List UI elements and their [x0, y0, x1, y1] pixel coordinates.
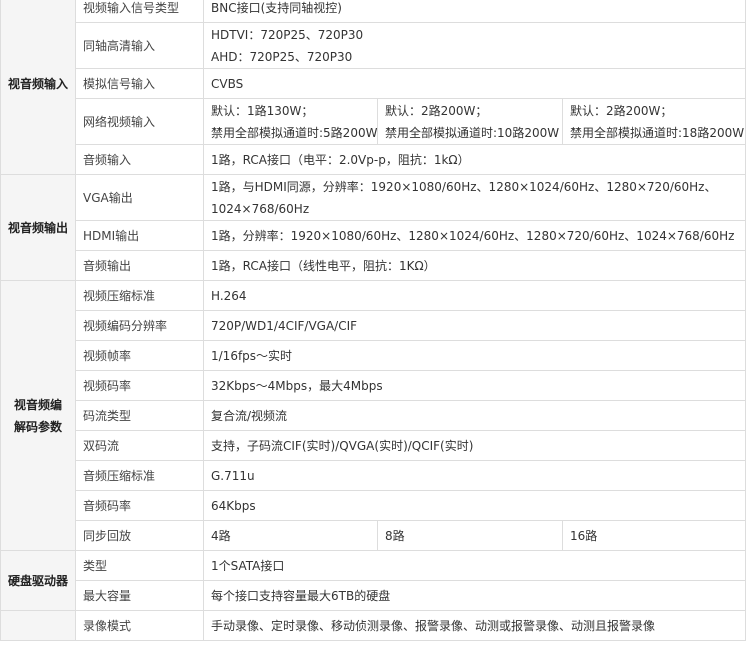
spec-value: 1个SATA接口	[202, 550, 747, 581]
spec-value-line: AHD：720P25、720P30	[211, 49, 353, 64]
spec-value: HDTVI：720P25、720P30 AHD：720P25、720P30	[202, 22, 747, 69]
spec-value-model-2: 默认：2路200W； 禁用全部模拟通道时:10路200W	[377, 98, 563, 145]
spec-value: 1路，分辨率：1920×1080/60Hz、1280×1024/60Hz、128…	[202, 220, 747, 251]
spec-label: 视频编码分辨率	[75, 310, 204, 341]
spec-value-line: 禁用全部模拟通道时:5路200W	[211, 125, 378, 140]
spec-value: 每个接口支持容量最大6TB的硬盘	[202, 580, 747, 611]
spec-label: 网络视频输入	[75, 98, 204, 145]
spec-label: 类型	[75, 550, 204, 581]
spec-label: 模拟信号输入	[75, 68, 204, 99]
spec-value: G.711u	[202, 460, 747, 491]
spec-value-line: 1路，与HDMI同源，分辨率：1920×1080/60Hz、1280×1024/…	[211, 179, 717, 194]
category-next	[0, 610, 76, 641]
spec-label: 音频码率	[75, 490, 204, 521]
spec-value: 1路，与HDMI同源，分辨率：1920×1080/60Hz、1280×1024/…	[202, 174, 747, 221]
spec-label: 同步回放	[75, 520, 204, 551]
spec-value: 1路，RCA接口（线性电平，阻抗：1KΩ）	[202, 250, 747, 281]
spec-value-line: 默认：1路130W；	[211, 103, 314, 118]
spec-value-model-3: 默认：2路200W； 禁用全部模拟通道时:18路200W	[561, 98, 747, 145]
spec-label: 双码流	[75, 430, 204, 461]
spec-value: CVBS	[202, 68, 747, 99]
spec-value: 复合流/视频流	[202, 400, 747, 431]
spec-table: 视音频输入 视频输入信号类型 BNC接口(支持同轴视控) 同轴高清输入 HDTV…	[0, 0, 747, 641]
spec-value-line: 1024×768/60Hz	[211, 201, 310, 216]
spec-label: 录像模式	[75, 610, 204, 641]
spec-label: 视频帧率	[75, 340, 204, 371]
spec-value: 64Kbps	[202, 490, 747, 521]
spec-value-model-1: 默认：1路130W； 禁用全部模拟通道时:5路200W	[203, 98, 378, 145]
spec-label: 音频输入	[75, 144, 204, 175]
spec-value-model-3: 16路	[561, 520, 747, 551]
spec-label: 码流类型	[75, 400, 204, 431]
spec-value: H.264	[202, 280, 747, 311]
spec-label: 同轴高清输入	[75, 22, 204, 69]
category-hdd: 硬盘驱动器	[0, 550, 76, 611]
spec-value-line: 禁用全部模拟通道时:10路200W	[385, 125, 560, 140]
spec-value-line: 禁用全部模拟通道时:18路200W	[570, 125, 745, 140]
spec-value-line: 默认：2路200W；	[570, 103, 673, 118]
spec-value: 手动录像、定时录像、移动侦测录像、报警录像、动测或报警录像、动测且报警录像	[202, 610, 747, 641]
spec-value-model-2: 8路	[377, 520, 563, 551]
spec-label: 音频压缩标准	[75, 460, 204, 491]
category-av-input: 视音频输入	[0, 0, 76, 175]
spec-value: BNC接口(支持同轴视控)	[202, 0, 747, 23]
spec-label: VGA输出	[75, 174, 204, 221]
spec-value: 720P/WD1/4CIF/VGA/CIF	[202, 310, 747, 341]
spec-label: HDMI输出	[75, 220, 204, 251]
spec-label: 视频输入信号类型	[75, 0, 204, 23]
category-av-output: 视音频输出	[0, 174, 76, 281]
spec-value-model-1: 4路	[203, 520, 378, 551]
spec-value: 32Kbps～4Mbps，最大4Mbps	[202, 370, 747, 401]
spec-label: 音频输出	[75, 250, 204, 281]
spec-value-line: 默认：2路200W；	[385, 103, 488, 118]
spec-value-line: HDTVI：720P25、720P30	[211, 27, 364, 42]
spec-value: 1/16fps～实时	[202, 340, 747, 371]
spec-label: 最大容量	[75, 580, 204, 611]
spec-value: 支持，子码流CIF(实时)/QVGA(实时)/QCIF(实时)	[202, 430, 747, 461]
spec-value: 1路，RCA接口（电平：2.0Vp-p，阻抗：1kΩ）	[202, 144, 747, 175]
spec-label: 视频码率	[75, 370, 204, 401]
category-av-codec: 视音频编解码参数	[0, 280, 76, 551]
spec-label: 视频压缩标准	[75, 280, 204, 311]
